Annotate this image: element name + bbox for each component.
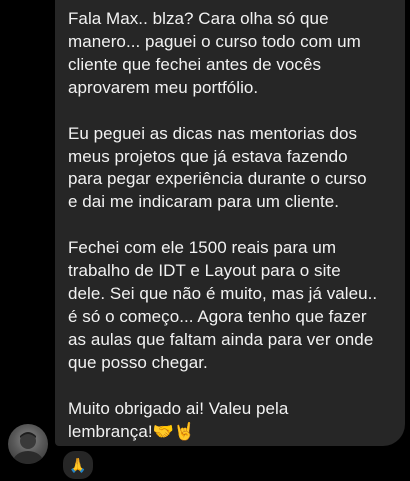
- message-bubble[interactable]: Fala Max.. blza? Cara olha só que manero…: [55, 0, 405, 446]
- message-paragraph-1: Fala Max.. blza? Cara olha só que manero…: [68, 9, 361, 97]
- message-paragraph-2: Eu peguei as dicas nas mentorias dos meu…: [68, 123, 367, 212]
- pray-emoji-icon: 🙏: [69, 457, 87, 473]
- message-paragraph-3: Fechei com ele 1500 reais para um trabal…: [68, 238, 378, 372]
- chat-thread: Fala Max.. blza? Cara olha só que manero…: [0, 0, 410, 481]
- sender-avatar[interactable]: [8, 424, 48, 464]
- message-paragraph-4: Muito obrigado ai! Valeu pela lembrança!…: [68, 398, 289, 441]
- avatar-icon: [13, 432, 43, 464]
- reaction-badge[interactable]: 🙏: [61, 449, 95, 481]
